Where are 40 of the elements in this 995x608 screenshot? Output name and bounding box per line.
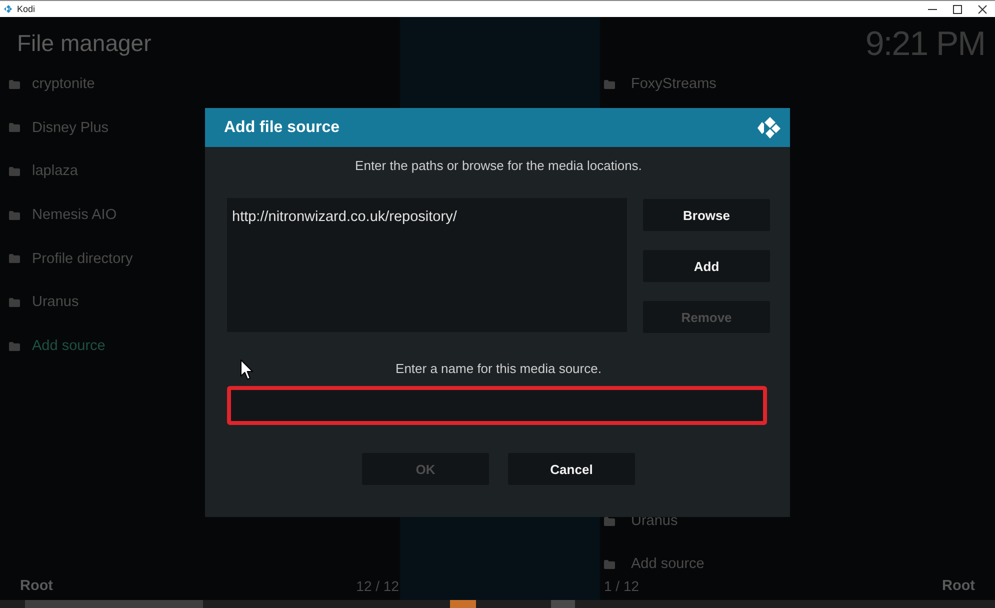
folder-list-item[interactable]: Nemesis AIO [9,203,117,228]
dialog-button[interactable]: Cancel [508,453,635,485]
paths-prompt: Enter the paths or browse for the media locations. [355,157,642,175]
folder-icon [9,342,20,351]
close-icon[interactable] [978,4,987,14]
folder-icon [9,210,20,220]
folder-list-item[interactable]: Add source [9,334,106,358]
maximize-icon[interactable] [953,4,962,14]
path-list-item[interactable]: http://nitronwizard.co.uk/repository/ [232,207,457,227]
folder-list-item[interactable]: Add source [604,552,704,576]
folder-list-item[interactable]: Profile directory [9,246,133,271]
mouse-pointer-icon [240,359,254,381]
folder-list-item[interactable]: Uranus [604,509,678,533]
path-label: Root [20,577,54,596]
folder-list-item[interactable]: Uranus [9,290,79,314]
folder-icon [9,166,20,176]
window-title: Kodi [17,3,36,15]
folder-icon [9,254,20,264]
folder-list-item[interactable]: Disney Plus [9,116,109,140]
logo-icon [757,116,781,140]
folder-icon [9,80,20,88]
screen-title: File manager [17,32,152,55]
dialog-title: Add file source [224,118,340,136]
item-count: 1 / 12 [604,577,640,596]
folder-icon [604,516,615,526]
folder-icon [604,80,615,88]
folder-list-item[interactable]: laplaza [9,159,78,184]
item-count: 12 / 12 [356,577,399,596]
app-icon [4,5,12,13]
folder-icon [604,560,615,568]
taskbar-search-field[interactable] [25,600,203,608]
name-input-field[interactable] [227,386,767,425]
side-button[interactable]: Add [643,250,770,282]
folder-icon [9,123,20,132]
path-label: Root [942,577,975,596]
name-prompt: Enter a name for this media source. [396,360,602,378]
folder-list-item[interactable]: cryptonite [9,72,95,96]
folder-icon [9,298,20,307]
side-button[interactable]: Browse [643,199,770,231]
folder-list-item[interactable]: FoxyStreams [604,72,716,96]
